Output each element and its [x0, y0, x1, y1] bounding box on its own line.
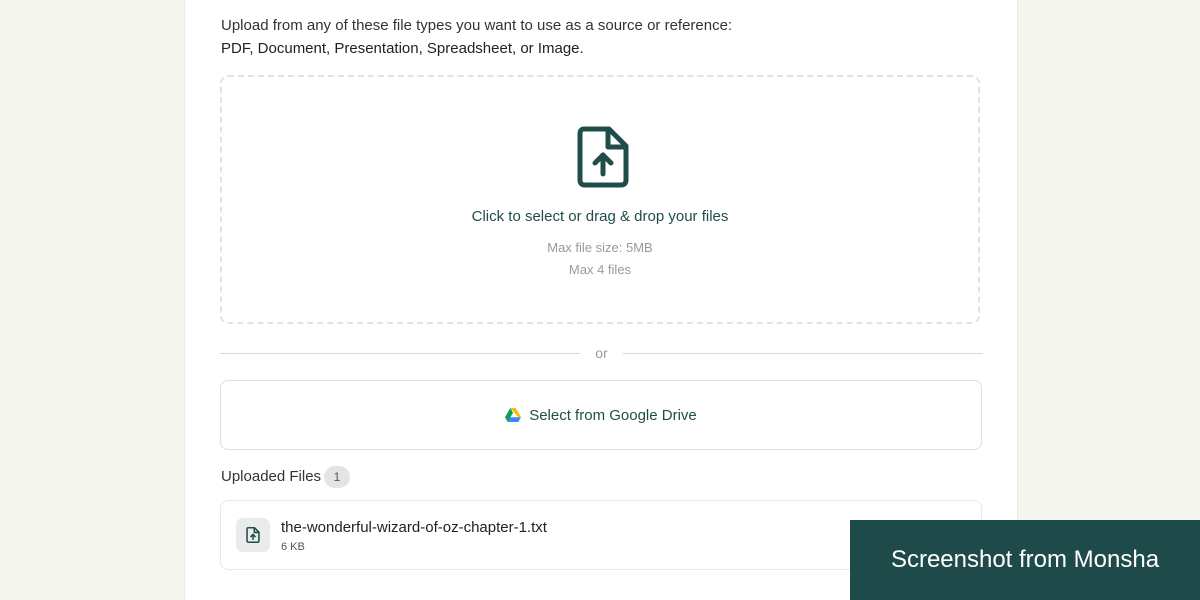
max-file-count: Max 4 files	[568, 262, 632, 277]
divider-line-right	[623, 353, 983, 354]
file-name: the-wonderful-wizard-of-oz-chapter-1.txt	[281, 519, 547, 536]
upload-instructions: Upload from any of these file types you …	[221, 14, 732, 60]
supported-file-types: PDF, Document, Presentation, Spreadsheet…	[221, 40, 584, 57]
file-size: 6 KB	[281, 541, 305, 553]
screenshot-watermark: Screenshot from Monsha	[850, 520, 1200, 600]
upload-instructions-line: Upload from any of these file types you …	[221, 17, 733, 34]
uploaded-count-badge: 1	[324, 466, 350, 488]
file-dropzone[interactable]: Click to select or drag & drop your file…	[220, 75, 980, 324]
file-upload-icon	[246, 527, 260, 543]
divider-label: or	[595, 345, 608, 361]
file-icon-container	[236, 518, 270, 552]
file-upload-icon	[577, 126, 629, 188]
uploaded-files-title: Uploaded Files	[221, 468, 322, 485]
google-drive-label: Select from Google Drive	[529, 406, 697, 424]
divider-line-left	[220, 353, 580, 354]
google-drive-icon	[505, 408, 522, 422]
max-file-size: Max file size: 5MB	[547, 240, 653, 255]
dropzone-title: Click to select or drag & drop your file…	[471, 208, 729, 225]
upload-panel: Upload from any of these file types you …	[184, 0, 1018, 600]
google-drive-button[interactable]: Select from Google Drive	[220, 380, 982, 450]
